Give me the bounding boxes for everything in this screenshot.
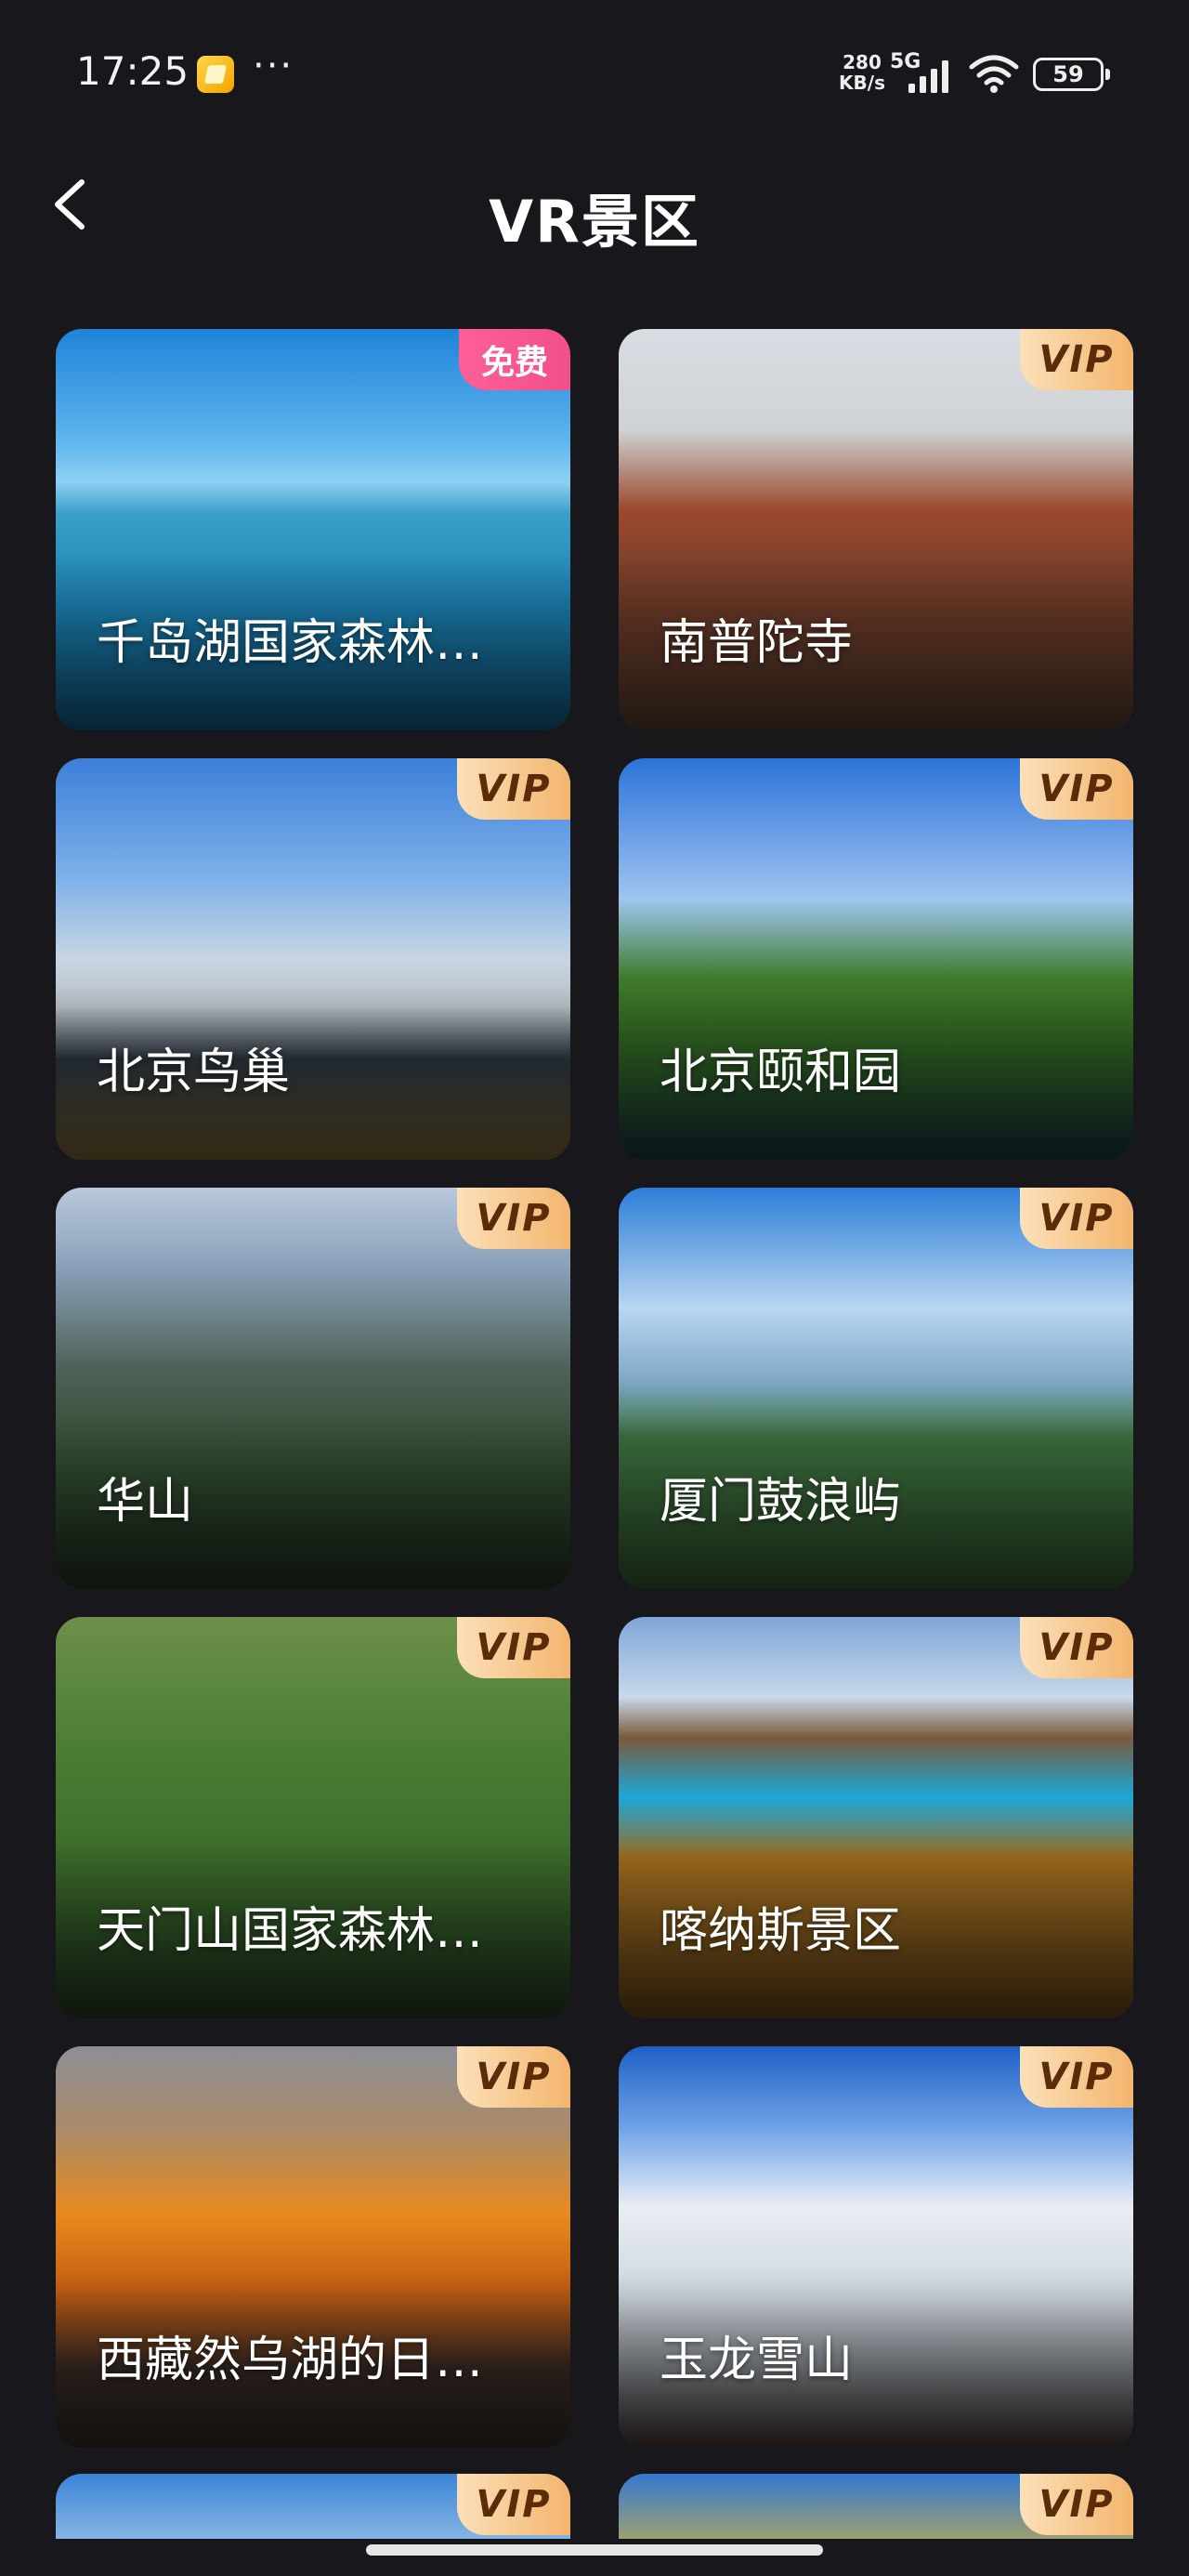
status-bar: 17:25 ··· 280 KB/s 5G 59 — [0, 0, 1189, 149]
vip-badge: VIP — [1020, 329, 1133, 390]
scenic-card-partial[interactable]: VIP — [619, 2474, 1133, 2539]
scenic-card-title: 千岛湖国家森林… — [97, 615, 484, 671]
free-badge: 免费 — [458, 329, 570, 390]
scenic-card-title: 厦门鼓浪屿 — [660, 1474, 902, 1530]
vip-badge: VIP — [1020, 1188, 1133, 1249]
scenic-card-title: 喀纳斯景区 — [660, 1903, 902, 1959]
vip-badge: VIP — [457, 2474, 570, 2535]
scenic-card-nanputuo[interactable]: VIP 南普陀寺 — [619, 329, 1133, 730]
scenic-card-title: 天门山国家森林… — [97, 1903, 484, 1959]
partial-card-row: VIP VIP — [56, 2474, 1133, 2539]
page-title: VR景区 — [489, 188, 700, 256]
more-notifications-icon: ··· — [253, 45, 294, 87]
network-speed-unit: KB/s — [839, 72, 885, 94]
scenic-card-kanasi[interactable]: VIP 喀纳斯景区 — [619, 1617, 1133, 2018]
scenic-card-title: 西藏然乌湖的日… — [97, 2333, 484, 2388]
scenic-card-partial[interactable]: VIP — [56, 2474, 570, 2539]
scenic-card-niaochao[interactable]: VIP 北京鸟巢 — [56, 758, 570, 1160]
vip-badge: VIP — [457, 1617, 570, 1678]
scenic-card-title: 玉龙雪山 — [660, 2333, 854, 2388]
notification-app-icon — [197, 56, 234, 93]
header: VR景区 — [0, 149, 1189, 269]
scenic-card-title: 北京颐和园 — [660, 1045, 902, 1100]
scenic-card-title: 华山 — [97, 1474, 194, 1530]
vip-badge: VIP — [1020, 1617, 1133, 1678]
home-indicator[interactable] — [366, 2544, 823, 2556]
scenic-card-title: 北京鸟巢 — [97, 1045, 291, 1100]
vip-badge: VIP — [1020, 2474, 1133, 2535]
battery-icon: 59 — [1033, 58, 1110, 91]
scenic-card-ranwuhu[interactable]: VIP 西藏然乌湖的日… — [56, 2046, 570, 2448]
vip-badge: VIP — [1020, 758, 1133, 820]
vip-badge: VIP — [1020, 2046, 1133, 2108]
signal-icon — [908, 60, 948, 93]
scenic-card-gulangyu[interactable]: VIP 厦门鼓浪屿 — [619, 1188, 1133, 1589]
scenic-card-tianmenshan[interactable]: VIP 天门山国家森林… — [56, 1617, 570, 2018]
scenic-card-title: 南普陀寺 — [660, 615, 854, 671]
scenic-card-qiandaohu[interactable]: 免费 千岛湖国家森林… — [56, 329, 570, 730]
scenic-card-yiheyuan[interactable]: VIP 北京颐和园 — [619, 758, 1133, 1160]
network-speed: 280 KB/s — [834, 52, 890, 93]
vip-badge: VIP — [457, 2046, 570, 2108]
status-time: 17:25 — [76, 48, 189, 94]
scenic-grid: 免费 千岛湖国家森林… VIP 南普陀寺 VIP 北京鸟巢 VIP 北京颐和园 … — [56, 329, 1133, 2448]
scenic-card-yulongxueshan[interactable]: VIP 玉龙雪山 — [619, 2046, 1133, 2448]
scenic-card-huashan[interactable]: VIP 华山 — [56, 1188, 570, 1589]
battery-level: 59 — [1052, 61, 1084, 87]
vip-badge: VIP — [457, 758, 570, 820]
wifi-icon — [969, 55, 1019, 93]
network-speed-value: 280 — [843, 51, 882, 73]
vip-badge: VIP — [457, 1188, 570, 1249]
